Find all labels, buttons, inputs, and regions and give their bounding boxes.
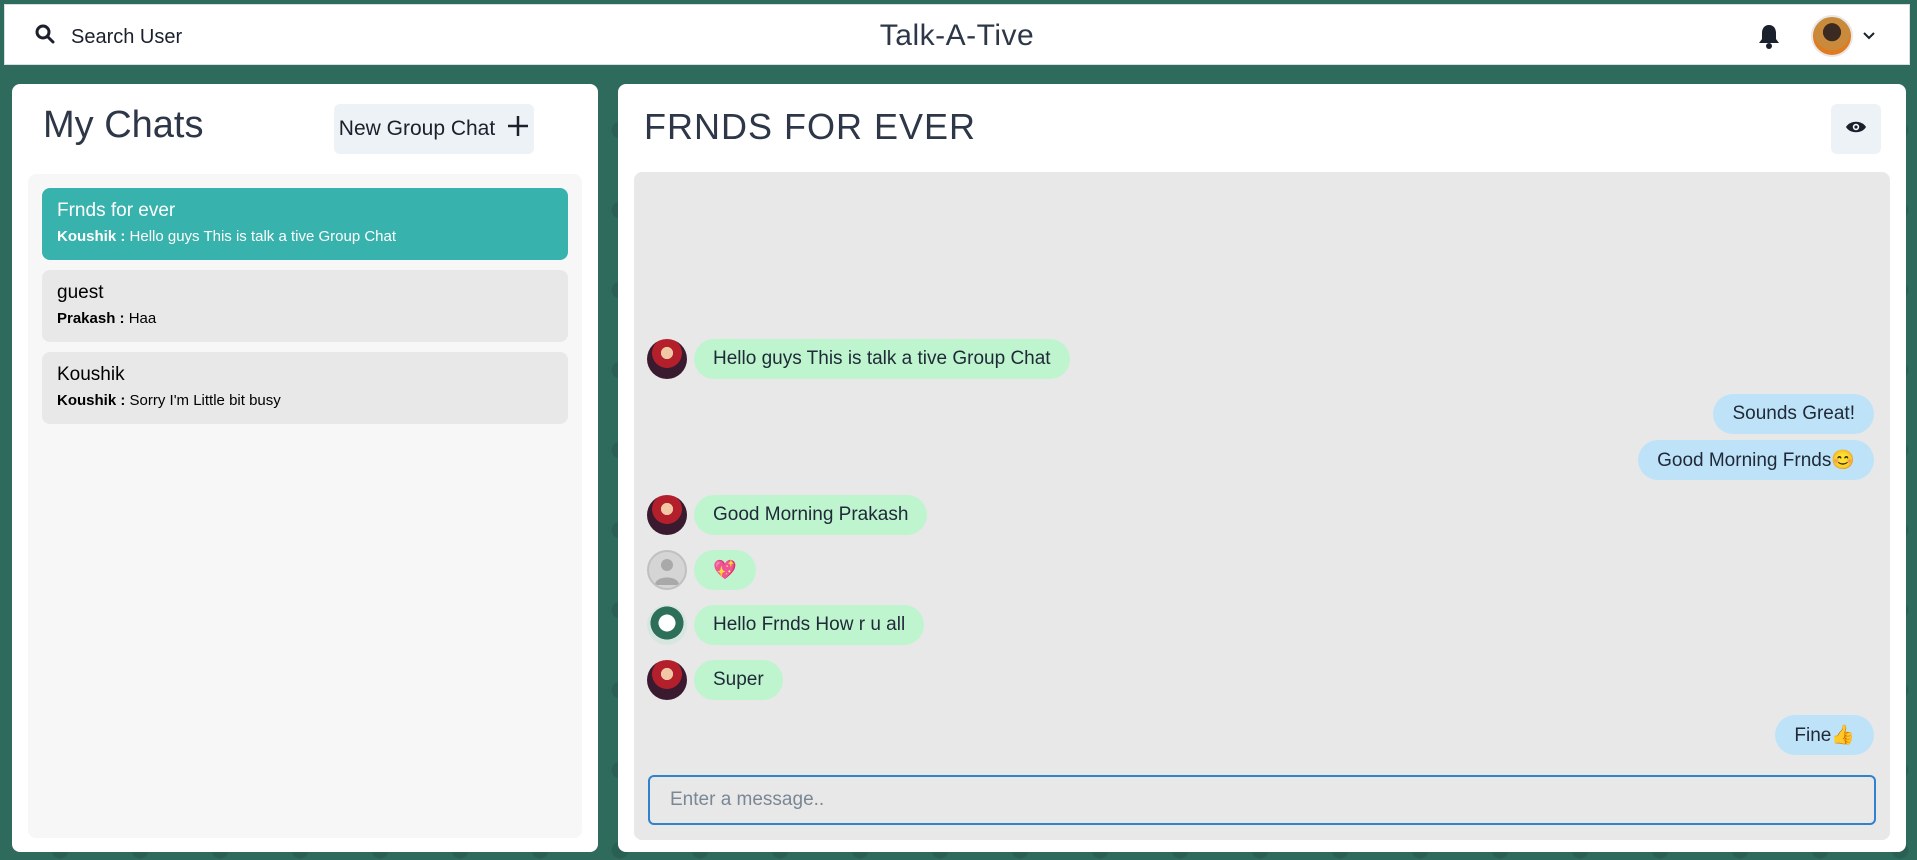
chat-list-item[interactable]: Frnds for ever Koushik : Hello guys This… (42, 188, 568, 260)
message-bubble: Good Morning Prakash (694, 495, 928, 535)
chat-last-message: Prakash : Haa (57, 310, 553, 327)
chat-last-sender: Prakash : (57, 310, 125, 327)
chat-name: guest (57, 282, 104, 303)
view-chat-details-button[interactable] (1831, 104, 1881, 154)
chat-list-item[interactable]: guest Prakash : Haa (42, 270, 568, 342)
message-bubble: Hello Frnds How r u all (694, 605, 925, 645)
app-title: Talk-A-Tive (879, 19, 1035, 52)
messages-area: Hello guys This is talk a tive Group Cha… (634, 172, 1890, 840)
chat-last-text: Sorry I'm Little bit busy (129, 392, 281, 409)
chat-list-item[interactable]: Koushik Koushik : Sorry I'm Little bit b… (42, 352, 568, 424)
eye-icon (1845, 120, 1867, 139)
my-chats-title: My Chats (43, 104, 204, 146)
chat-last-text: Hello guys This is talk a tive Group Cha… (129, 228, 397, 245)
chat-last-message: Koushik : Sorry I'm Little bit busy (57, 392, 553, 409)
message-bubble: Hello guys This is talk a tive Group Cha… (694, 339, 1070, 379)
bell-icon[interactable] (1757, 23, 1781, 54)
plus-icon (507, 115, 529, 143)
profile-menu-button[interactable] (1811, 15, 1875, 57)
chat-last-sender: Koushik : (57, 392, 126, 409)
message-bubble: Fine👍 (1775, 715, 1874, 755)
chat-name: Frnds for ever (57, 200, 176, 221)
chat-title: FRNDS FOR EVER (644, 106, 977, 147)
avatar[interactable] (647, 605, 687, 645)
message-bubble: Sounds Great! (1713, 394, 1874, 434)
new-group-chat-button[interactable]: New Group Chat (334, 104, 534, 154)
avatar (1811, 15, 1853, 57)
chat-last-message: Koushik : Hello guys This is talk a tive… (57, 228, 553, 245)
chat-last-sender: Koushik : (57, 228, 126, 245)
message-input[interactable] (648, 775, 1876, 825)
chat-name: Koushik (57, 364, 125, 385)
message-bubble: 💖 (694, 550, 756, 590)
chat-last-text: Haa (128, 310, 157, 327)
message-bubble: Super (694, 660, 783, 700)
avatar[interactable] (647, 495, 687, 535)
my-chats-panel: My Chats New Group Chat Frnds for ever K… (12, 84, 598, 852)
chat-list: Frnds for ever Koushik : Hello guys This… (28, 174, 582, 838)
chevron-down-icon (1863, 27, 1875, 45)
top-bar: Search User Talk-A-Tive (4, 4, 1910, 65)
message-bubble: Good Morning Frnds😊 (1638, 440, 1874, 480)
avatar[interactable] (647, 660, 687, 700)
chat-panel: FRNDS FOR EVER Hello guys This is talk a… (618, 84, 1906, 852)
avatar[interactable] (647, 339, 687, 379)
new-group-chat-label: New Group Chat (338, 117, 496, 140)
avatar[interactable] (647, 550, 687, 590)
